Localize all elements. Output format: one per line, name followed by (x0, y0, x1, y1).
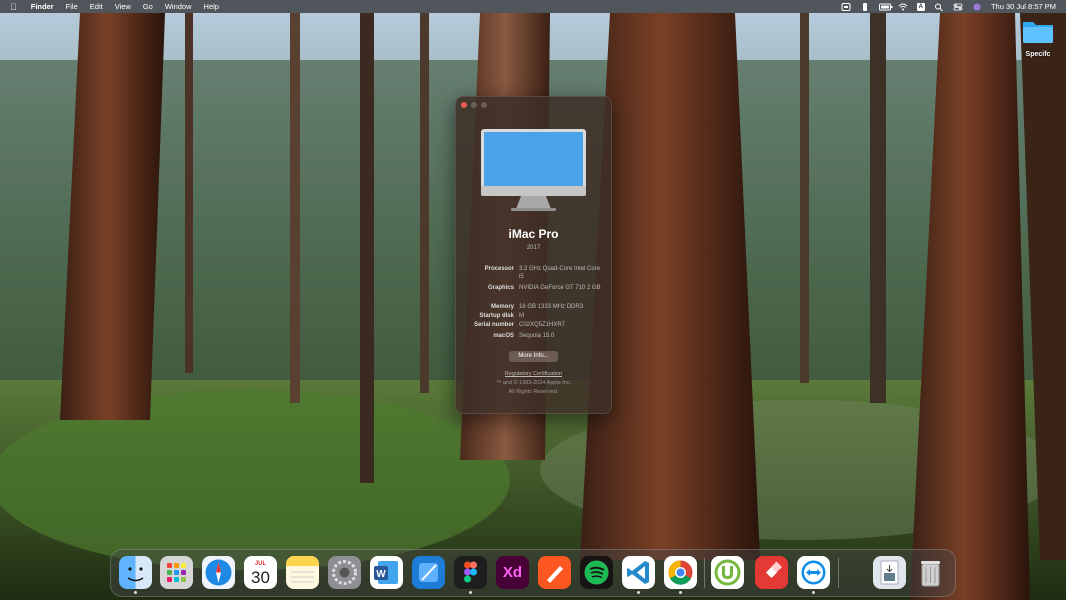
about-this-mac-window: iMac Pro 2017 Processor 3.2 GHz Quad-Cor… (455, 96, 612, 414)
regulatory-certification-link[interactable]: Regulatory Certification (456, 371, 611, 377)
dock-calendar[interactable]: JUL 30 (244, 556, 277, 589)
spec-value[interactable]: NVIDIA GeForce GT 710 2 GB (519, 284, 604, 292)
dock-word[interactable]: W (370, 556, 403, 589)
dock-finder[interactable] (119, 556, 152, 589)
teamviewer-icon (801, 560, 826, 585)
menu-window[interactable]: Window (159, 0, 198, 13)
input-source-indicator[interactable]: A (916, 2, 925, 11)
dock-system-settings[interactable] (328, 556, 361, 589)
phone-icon[interactable] (860, 2, 870, 11)
spotify-icon (584, 560, 609, 585)
spec-key: Serial number (473, 322, 514, 328)
safari-icon (205, 559, 232, 586)
more-info-button[interactable]: More Info... (509, 351, 558, 362)
dock-figma[interactable] (454, 556, 487, 589)
spec-value[interactable]: 16 GB 1333 MHz DDR3 (519, 303, 604, 311)
spec-value[interactable]: C02XQ5Z1HXR7 (519, 321, 604, 329)
svg-text:W: W (376, 569, 386, 580)
spec-value[interactable]: M (519, 312, 604, 320)
spec-key: macOS (493, 333, 514, 339)
model-year: 2017 (526, 245, 541, 251)
dock-utorrent[interactable] (711, 556, 744, 589)
window-controls (461, 102, 487, 108)
siri-icon[interactable] (972, 3, 982, 11)
dock-adobe-xd[interactable]: Xd (496, 556, 529, 589)
menu-edit[interactable]: Edit (84, 0, 109, 13)
imac-illustration-icon (481, 129, 586, 211)
wifi-icon[interactable] (898, 3, 908, 11)
running-indicator (812, 591, 815, 594)
downloads-stack-icon (880, 560, 899, 585)
menu-file[interactable]: File (60, 0, 84, 13)
dock-sketch[interactable] (538, 556, 571, 589)
chrome-icon (668, 560, 693, 585)
folder-icon (1023, 22, 1053, 43)
menu-view[interactable]: View (109, 0, 137, 13)
gear-icon (332, 560, 357, 585)
dock-chrome[interactable] (664, 556, 697, 589)
menu-extra-icon[interactable] (841, 2, 851, 11)
finder-icon (127, 567, 144, 582)
dock-teamviewer[interactable] (797, 556, 830, 589)
menu-bar-clock[interactable]: Thu 30 Jul 8:57 PM (991, 2, 1056, 11)
spec-key: Memory (490, 304, 514, 310)
figma-icon (464, 561, 477, 583)
model-name: iMac Pro (508, 227, 559, 241)
xd-icon: Xd (502, 564, 523, 581)
spotlight-search-icon[interactable] (934, 3, 944, 11)
running-indicator (469, 591, 472, 594)
spec-key: Processor (484, 266, 514, 272)
spec-key: Graphics (487, 285, 514, 291)
menu-help[interactable]: Help (198, 0, 225, 13)
dock-trash[interactable] (914, 556, 947, 589)
spec-value[interactable]: 3.2 GHz Quad-Core Intel Core i5 (519, 265, 604, 281)
trash-icon (921, 561, 940, 587)
close-button[interactable] (461, 102, 467, 108)
dock-notes[interactable] (286, 556, 319, 589)
spec-key: Startup disk (479, 313, 514, 319)
calendar-day: 30 (251, 567, 270, 587)
dock-downloads-stack[interactable] (873, 556, 906, 589)
dock-anydesk[interactable] (755, 556, 788, 589)
running-indicator (679, 591, 682, 594)
dock-spotify[interactable] (580, 556, 613, 589)
anydesk-icon (766, 561, 782, 578)
dock-separator (704, 558, 705, 588)
zoom-button[interactable] (481, 102, 487, 108)
calendar-month: JUL (254, 560, 267, 567)
desktop-folder[interactable]: Specifc (1018, 18, 1058, 58)
control-center-icon[interactable] (953, 3, 963, 11)
xcode-icon (419, 563, 438, 582)
spec-value[interactable]: Sequoia 15.0 (519, 332, 604, 340)
dock-separator (838, 558, 839, 588)
sketch-icon (547, 566, 563, 583)
battery-icon[interactable] (878, 3, 893, 11)
dock-launchpad[interactable] (160, 556, 193, 589)
app-menu-finder[interactable]: Finder (25, 0, 60, 13)
dock: JUL 30 W Xd (110, 549, 956, 597)
running-indicator (637, 591, 640, 594)
apple-menu-icon[interactable]:  (10, 2, 25, 12)
dock-vscode[interactable] (622, 556, 655, 589)
vscode-icon (627, 561, 649, 584)
rights-reserved-text: All Rights Reserved. (508, 389, 559, 395)
dock-safari[interactable] (202, 556, 235, 589)
running-indicator (134, 591, 137, 594)
menu-go[interactable]: Go (137, 0, 159, 13)
minimize-button[interactable] (471, 102, 477, 108)
menu-bar:  Finder File Edit View Go Window Help A… (0, 0, 1066, 13)
desktop-folder-label: Specifc (1025, 51, 1051, 58)
word-icon: W (374, 561, 398, 584)
notes-icon (286, 556, 319, 583)
dock-xcode[interactable] (412, 556, 445, 589)
utorrent-icon (714, 559, 741, 586)
launchpad-icon (167, 563, 186, 582)
copyright-text: ™ and © 1983-2024 Apple Inc. (495, 380, 572, 386)
